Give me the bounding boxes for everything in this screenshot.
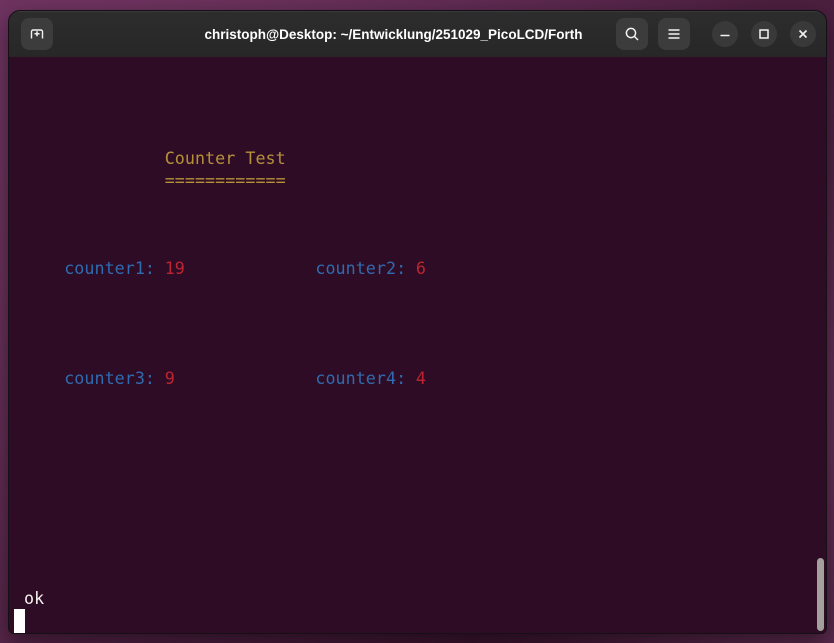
terminal-text: counter2: [315, 257, 416, 279]
maximize-icon [757, 27, 771, 41]
close-button[interactable] [790, 21, 816, 47]
terminal-text: counter3: [64, 367, 165, 389]
terminal-window: christoph@Desktop: ~/Entwicklung/251029_… [8, 10, 827, 634]
maximize-button[interactable] [751, 21, 777, 47]
scrollbar-thumb[interactable] [817, 558, 824, 631]
new-tab-button[interactable] [21, 18, 53, 50]
search-icon [623, 25, 641, 43]
terminal-text: 19 [165, 257, 185, 279]
header-controls [616, 18, 816, 50]
terminal-cursor [14, 609, 25, 633]
terminal-screen[interactable]: Counter Test============ counter1: 19 coun… [9, 57, 826, 633]
minimize-icon [718, 27, 732, 41]
terminal-text: counter4: [315, 367, 416, 389]
terminal-text: 4 [416, 367, 426, 389]
menu-button[interactable] [658, 18, 690, 50]
search-button[interactable] [616, 18, 648, 50]
terminal-text: 6 [416, 257, 426, 279]
close-icon [796, 27, 810, 41]
terminal-text: ok [24, 587, 44, 609]
terminal-text: 9 [165, 367, 175, 389]
terminal-text: counter1: [64, 257, 165, 279]
window-header: christoph@Desktop: ~/Entwicklung/251029_… [9, 11, 826, 57]
terminal-text: Counter Test [165, 147, 286, 169]
desktop-background: christoph@Desktop: ~/Entwicklung/251029_… [0, 0, 834, 643]
terminal-text: ============ [165, 169, 286, 191]
new-tab-icon [28, 25, 46, 43]
minimize-button[interactable] [712, 21, 738, 47]
window-title: christoph@Desktop: ~/Entwicklung/251029_… [204, 11, 582, 57]
menu-icon [665, 25, 683, 43]
